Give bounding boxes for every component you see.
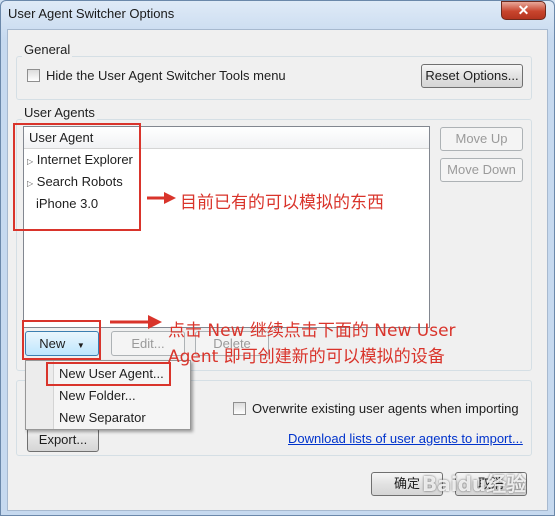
arrow-new-head [148,315,162,329]
baidu-watermark: Baidu经验 [422,472,527,496]
annotation-new-text-line2: Agent 即可创建新的可以模拟的设备 [168,347,445,367]
arrow-existing-head [164,192,176,204]
annotation-existing-text: 目前已有的可以模拟的东西 [180,193,384,213]
annotation-new-text-line1: 点击 New 继续点击下面的 New User [168,321,456,341]
annotation-arrows [110,192,176,329]
